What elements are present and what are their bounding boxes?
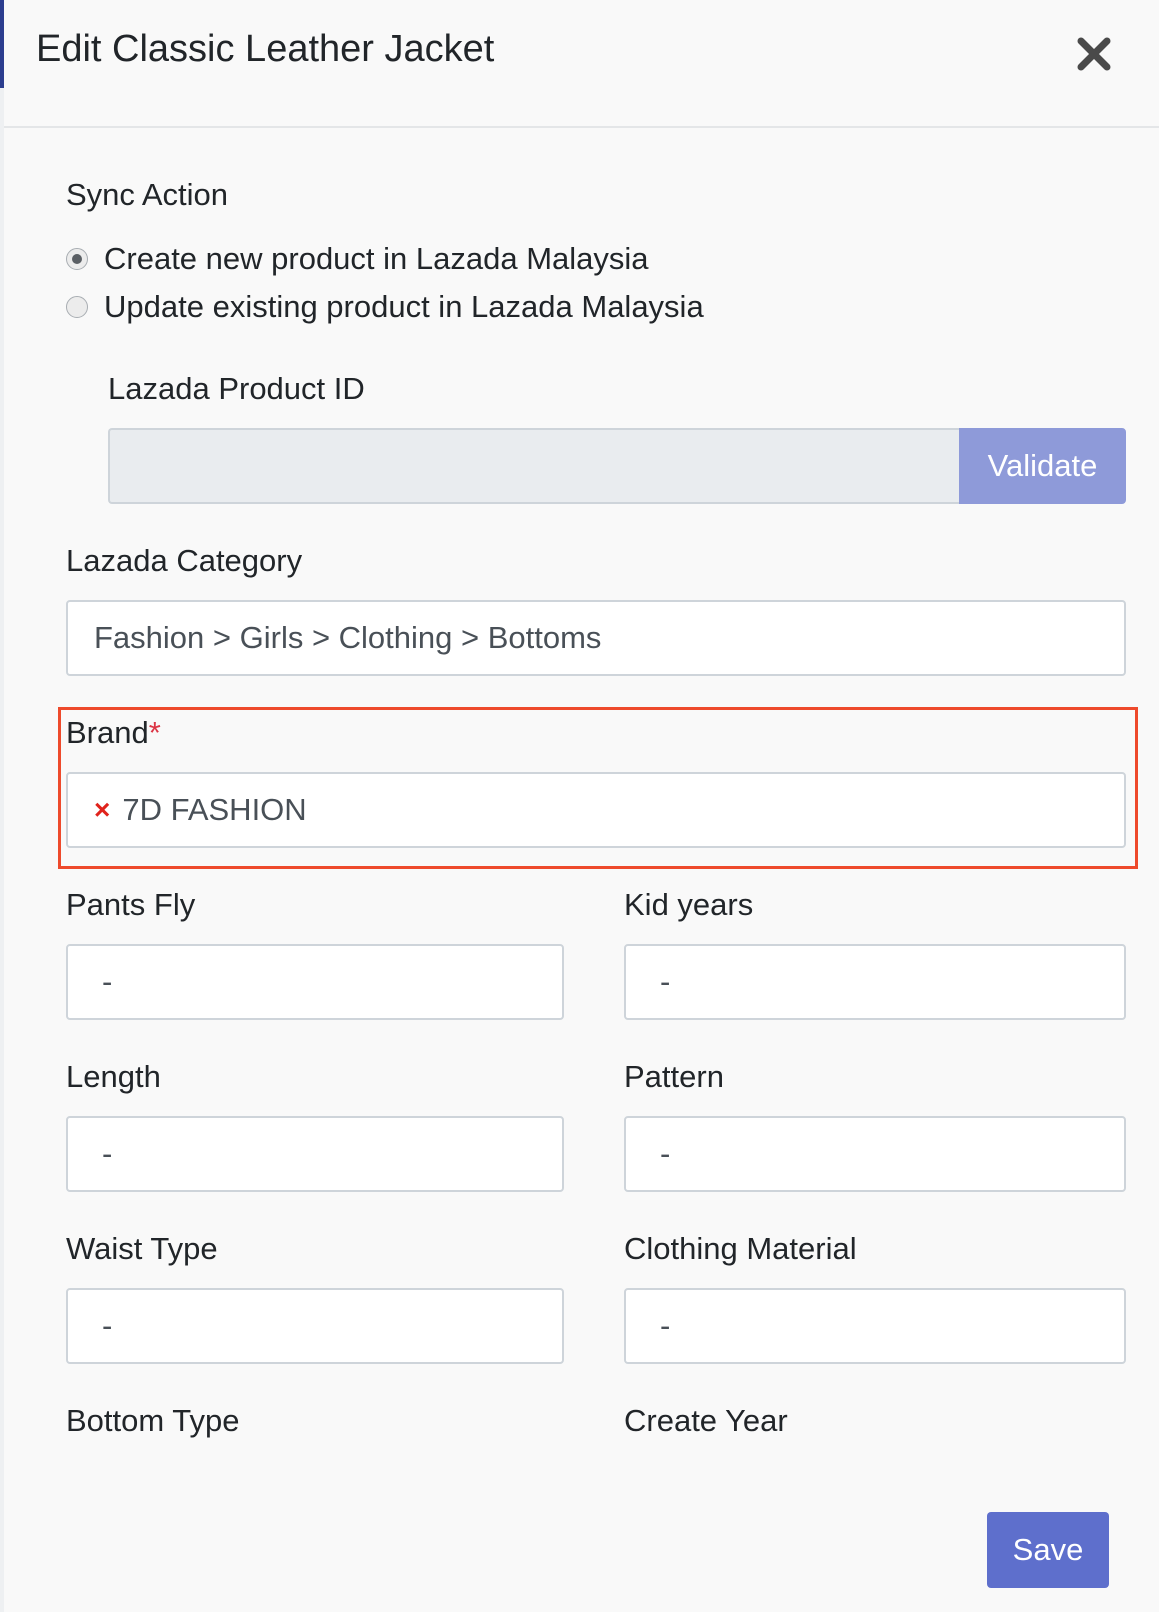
- close-icon: [1077, 37, 1111, 71]
- product-id-input-group: Validate: [108, 428, 1126, 504]
- brand-select[interactable]: × 7D FASHION: [66, 772, 1126, 848]
- validate-button[interactable]: Validate: [959, 428, 1126, 504]
- product-id-input[interactable]: [108, 428, 959, 504]
- category-input[interactable]: Fashion > Girls > Clothing > Bottoms: [66, 600, 1126, 676]
- modal-title: Edit Classic Leather Jacket: [36, 28, 495, 70]
- product-id-label: Lazada Product ID: [108, 371, 365, 406]
- save-button[interactable]: Save: [987, 1512, 1109, 1588]
- clothing-material-select[interactable]: -: [624, 1288, 1126, 1364]
- pants-fly-select[interactable]: -: [66, 944, 564, 1020]
- remove-brand-icon[interactable]: ×: [94, 794, 110, 826]
- radio-update-existing-label: Update existing product in Lazada Malays…: [104, 289, 704, 324]
- length-select[interactable]: -: [66, 1116, 564, 1192]
- bottom-type-label: Bottom Type: [66, 1403, 240, 1438]
- brand-label-text: Brand: [66, 715, 149, 750]
- sync-action-label: Sync Action: [66, 177, 228, 212]
- brand-selected-value: 7D FASHION: [122, 792, 307, 827]
- required-asterisk: *: [148, 715, 161, 750]
- length-label: Length: [66, 1059, 161, 1094]
- waist-type-label: Waist Type: [66, 1231, 218, 1266]
- pants-fly-label: Pants Fly: [66, 887, 196, 922]
- brand-label: Brand*: [66, 714, 161, 752]
- clothing-material-label: Clothing Material: [624, 1231, 857, 1266]
- modal-header: Edit Classic Leather Jacket: [4, 0, 1159, 128]
- kid-years-select[interactable]: -: [624, 944, 1126, 1020]
- pattern-select[interactable]: -: [624, 1116, 1126, 1192]
- pattern-label: Pattern: [624, 1059, 724, 1094]
- create-year-label: Create Year: [624, 1403, 788, 1438]
- kid-years-label: Kid years: [624, 887, 754, 922]
- edit-product-modal: Edit Classic Leather Jacket Sync Action …: [4, 0, 1159, 1612]
- radio-create-new-indicator[interactable]: [66, 248, 88, 270]
- radio-update-existing-indicator[interactable]: [66, 296, 88, 318]
- close-button[interactable]: [1070, 30, 1118, 78]
- waist-type-select[interactable]: -: [66, 1288, 564, 1364]
- radio-create-new[interactable]: Create new product in Lazada Malaysia: [66, 240, 649, 278]
- category-label: Lazada Category: [66, 543, 303, 578]
- radio-create-new-label: Create new product in Lazada Malaysia: [104, 241, 649, 276]
- radio-update-existing[interactable]: Update existing product in Lazada Malays…: [66, 288, 704, 326]
